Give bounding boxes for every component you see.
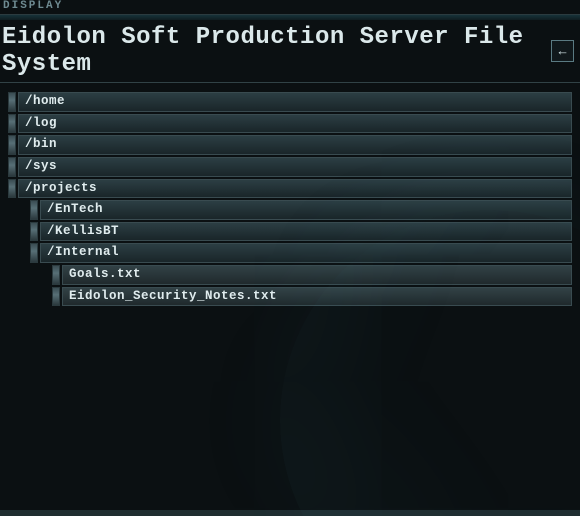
header: Eidolon Soft Production Server File Syst… <box>0 20 580 83</box>
tree-label[interactable]: /Internal <box>40 243 572 263</box>
tree-label[interactable]: Goals.txt <box>62 265 572 285</box>
tree-row-projects[interactable]: /projects <box>8 179 572 199</box>
tree-label[interactable]: /home <box>18 92 572 112</box>
tree-label[interactable]: /EnTech <box>40 200 572 220</box>
tree-row-log[interactable]: /log <box>8 114 572 134</box>
tree-row-home[interactable]: /home <box>8 92 572 112</box>
tree-row-entech[interactable]: /EnTech <box>30 200 572 220</box>
expand-handle-icon[interactable] <box>8 157 16 177</box>
arrow-left-icon: ← <box>559 44 567 59</box>
panel-tab-display: DISPLAY <box>0 0 580 15</box>
expand-handle-icon[interactable] <box>8 114 16 134</box>
tree-row-sys[interactable]: /sys <box>8 157 572 177</box>
back-button[interactable]: ← <box>551 40 574 62</box>
tree-label[interactable]: /sys <box>18 157 572 177</box>
page-title: Eidolon Soft Production Server File Syst… <box>2 24 551 78</box>
tree-row-kellisbt[interactable]: /KellisBT <box>30 222 572 242</box>
expand-handle-icon[interactable] <box>8 135 16 155</box>
expand-handle-icon[interactable] <box>8 92 16 112</box>
tree-row-internal[interactable]: /Internal <box>30 243 572 263</box>
file-handle-icon[interactable] <box>52 265 60 285</box>
expand-handle-icon[interactable] <box>30 243 38 263</box>
tree-label[interactable]: /log <box>18 114 572 134</box>
expand-handle-icon[interactable] <box>8 179 16 199</box>
tree-row-security-notes[interactable]: Eidolon_Security_Notes.txt <box>52 287 572 307</box>
tree-row-goals[interactable]: Goals.txt <box>52 265 572 285</box>
tree-row-bin[interactable]: /bin <box>8 135 572 155</box>
tree-label[interactable]: /bin <box>18 135 572 155</box>
tree-label[interactable]: /KellisBT <box>40 222 572 242</box>
tree-label[interactable]: Eidolon_Security_Notes.txt <box>62 287 572 307</box>
file-handle-icon[interactable] <box>52 287 60 307</box>
tree-label[interactable]: /projects <box>18 179 572 199</box>
expand-handle-icon[interactable] <box>30 222 38 242</box>
expand-handle-icon[interactable] <box>30 200 38 220</box>
file-tree: /home /log /bin /sys /projects /EnTech /… <box>0 83 580 316</box>
